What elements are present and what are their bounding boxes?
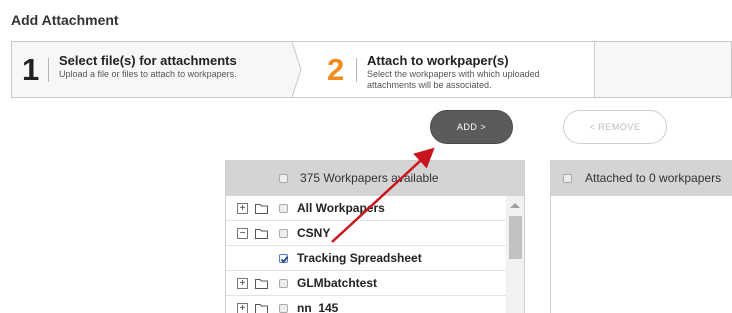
available-header: 375 Workpapers available	[226, 161, 524, 196]
step-description: Select the workpapers with which uploade…	[367, 69, 540, 90]
workpaper-label: GLMbatchtest	[297, 276, 378, 290]
expand-icon[interactable]: +	[237, 303, 248, 313]
wizard-step-1[interactable]: 1 Select file(s) for attachments Upload …	[12, 42, 312, 97]
attached-header: Attached to 0 workpapers	[551, 161, 732, 196]
workpaper-checkbox[interactable]	[279, 279, 288, 288]
folder-icon	[255, 204, 268, 214]
workpaper-label: nn_145	[297, 301, 339, 313]
step-number: 2	[327, 52, 345, 87]
workpaper-checkbox[interactable]	[279, 304, 288, 313]
step-divider	[48, 58, 49, 82]
attached-count-label: Attached to 0 workpapers	[585, 171, 722, 185]
tree-row[interactable]: Tracking Spreadsheet	[226, 246, 506, 271]
add-attachment-page: Add Attachment 1 Select file(s) for atta…	[0, 0, 732, 313]
workpaper-checkbox[interactable]	[279, 254, 289, 264]
tree-row[interactable]: + GLMbatchtest	[226, 271, 506, 296]
workpaper-checkbox[interactable]	[279, 229, 288, 238]
workpaper-label: Tracking Spreadsheet	[297, 251, 422, 265]
tree-row[interactable]: + nn_145	[226, 296, 506, 313]
collapse-icon[interactable]: −	[237, 228, 248, 239]
folder-icon	[255, 279, 268, 289]
wizard-step-2[interactable]: 2 Attach to workpaper(s) Select the work…	[312, 42, 594, 97]
step-description: Upload a file or files to attach to work…	[59, 69, 237, 79]
workpaper-label: All Workpapers	[297, 201, 385, 215]
tree-row[interactable]: − CSNY	[226, 221, 506, 246]
folder-icon	[255, 229, 268, 239]
workpaper-label: CSNY	[297, 226, 331, 240]
workpaper-checkbox[interactable]	[279, 204, 288, 213]
page-title: Add Attachment	[11, 12, 119, 28]
wizard-steps: 1 Select file(s) for attachments Upload …	[11, 41, 732, 98]
scrollbar-thumb[interactable]	[509, 216, 522, 259]
add-button[interactable]: ADD >	[430, 110, 513, 144]
tree-scrollbar[interactable]	[506, 196, 524, 313]
available-workpapers-panel: 375 Workpapers available + All Workpapers…	[225, 160, 525, 313]
step-divider	[356, 58, 357, 82]
workpaper-tree: + All Workpapers − CSNY Tracking Spreadsheet…	[226, 196, 506, 313]
attached-workpapers-panel: Attached to 0 workpapers	[550, 160, 732, 313]
tree-row[interactable]: + All Workpapers	[226, 196, 506, 221]
step-title: Select file(s) for attachments	[59, 53, 237, 68]
step-title: Attach to workpaper(s)	[367, 53, 509, 68]
step-chevron-icon	[292, 42, 314, 97]
select-all-attached-checkbox[interactable]	[563, 174, 572, 183]
expand-icon[interactable]: +	[237, 203, 248, 214]
scroll-up-arrow-icon[interactable]	[510, 203, 520, 208]
available-count-label: 375 Workpapers available	[300, 171, 439, 185]
step-number: 1	[22, 52, 40, 87]
checkmark-icon	[280, 256, 289, 264]
remove-button[interactable]: < REMOVE	[563, 110, 667, 144]
folder-icon	[255, 304, 268, 313]
expand-icon[interactable]: +	[237, 278, 248, 289]
select-all-available-checkbox[interactable]	[279, 174, 288, 183]
wizard-divider	[594, 42, 595, 97]
